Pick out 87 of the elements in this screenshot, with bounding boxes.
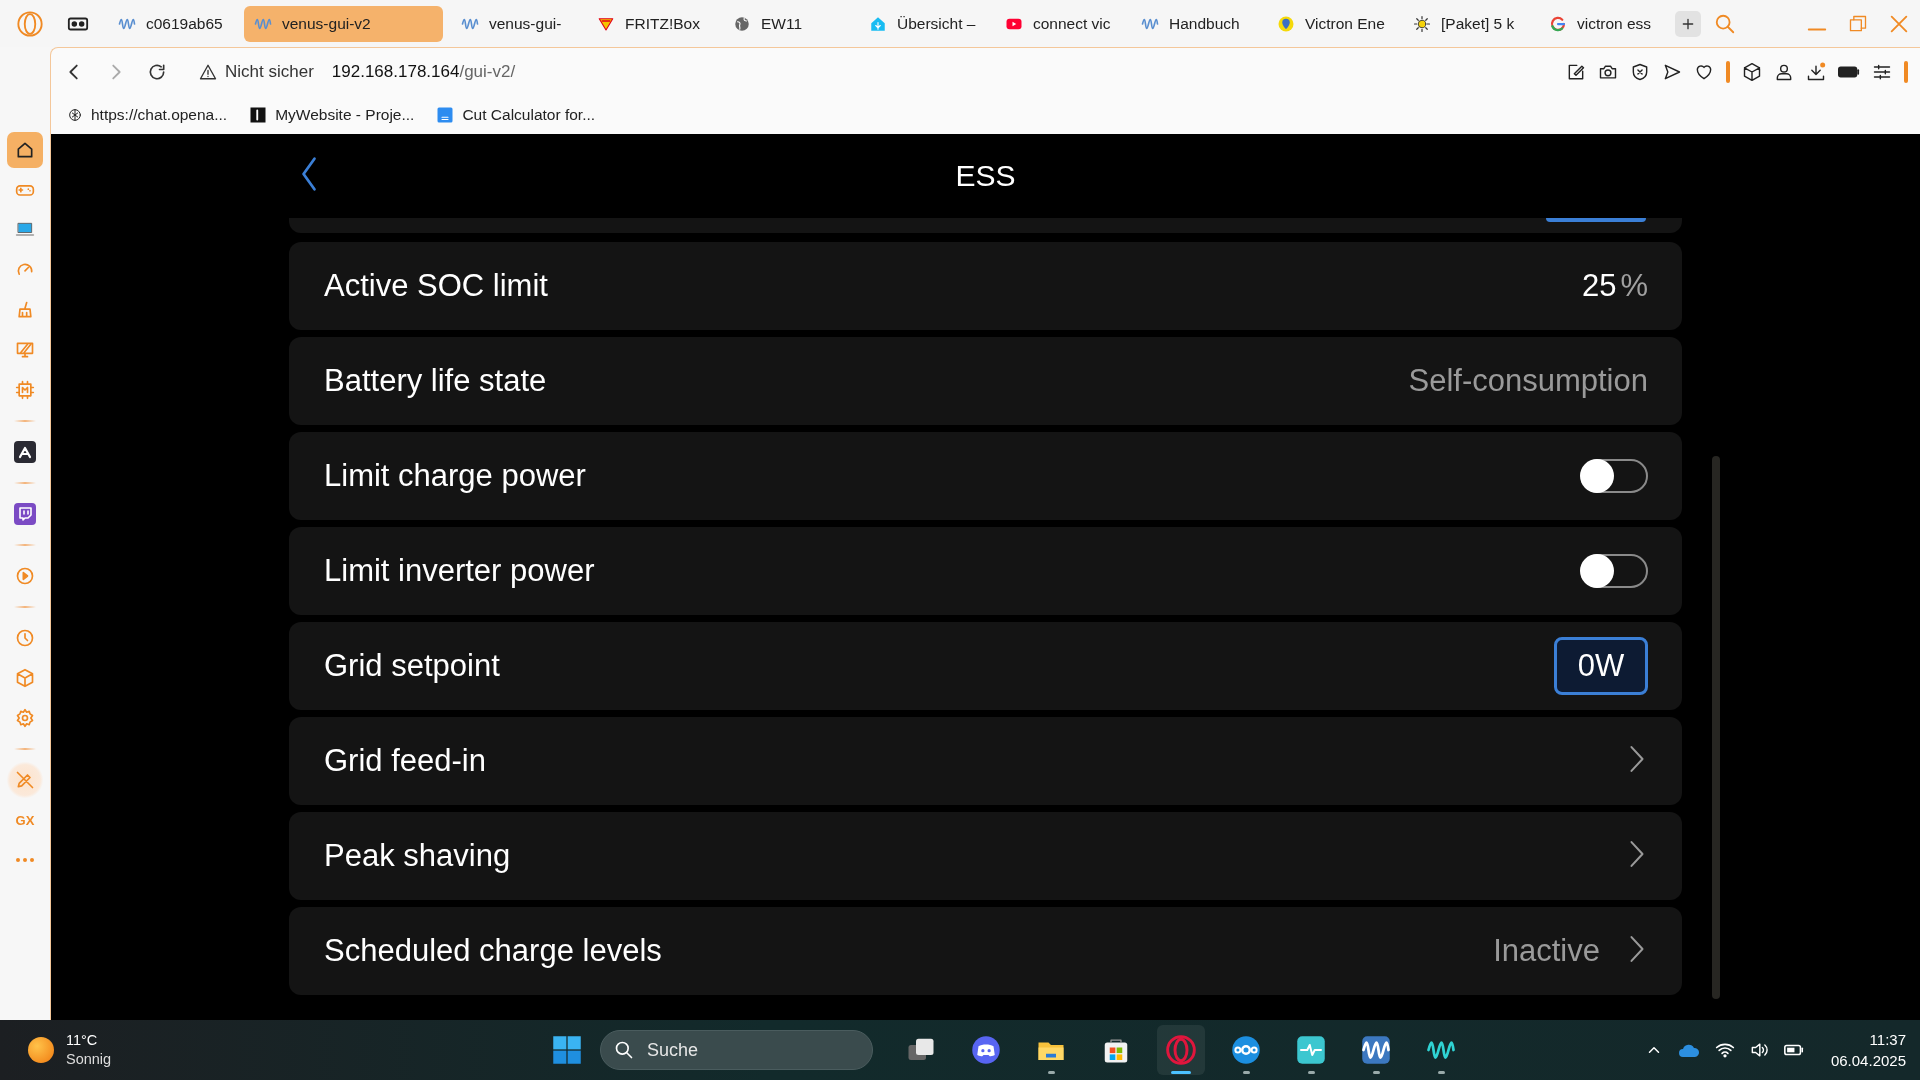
home-icon bbox=[15, 140, 35, 160]
browser-tab[interactable]: EW11 bbox=[723, 5, 851, 42]
download-icon[interactable] bbox=[1806, 62, 1826, 82]
sun-icon bbox=[1413, 14, 1431, 33]
bar-logo-icon bbox=[249, 106, 268, 124]
clock-date[interactable]: 06.04.2025 bbox=[1830, 1050, 1906, 1071]
pin-edit-icon[interactable] bbox=[1566, 62, 1586, 82]
settings-row[interactable]: Grid setpoint 0W bbox=[289, 622, 1682, 710]
setting-label: Active SOC limit bbox=[324, 268, 549, 304]
browser-tab[interactable]: victron ess bbox=[1539, 5, 1667, 42]
play-icon bbox=[15, 566, 35, 586]
more-icon bbox=[15, 857, 35, 863]
person-icon[interactable] bbox=[1774, 62, 1794, 82]
temperature-text: 11°C bbox=[66, 1031, 99, 1050]
browser-tab[interactable]: c0619ab65 bbox=[108, 5, 236, 42]
toggle-switch[interactable] bbox=[1582, 459, 1648, 493]
shield-x-icon[interactable] bbox=[1630, 62, 1650, 82]
bookmark-link[interactable]: https://chat.opena... bbox=[67, 106, 228, 124]
document-icon bbox=[436, 106, 455, 124]
setpoint-button[interactable]: 0W bbox=[1554, 637, 1648, 695]
sidebar-button[interactable] bbox=[7, 132, 43, 168]
monitor-icon bbox=[15, 340, 35, 360]
chip-icon bbox=[15, 380, 35, 400]
taskbar-app[interactable] bbox=[1157, 1025, 1205, 1075]
bookmark-link[interactable]: MyWebsite - Proje... bbox=[249, 106, 415, 124]
weather-text: Sonnig bbox=[66, 1050, 112, 1069]
browser-tab[interactable]: FRITZ!Box bbox=[587, 5, 715, 42]
ring-logo-icon bbox=[1165, 1034, 1197, 1066]
windows-logo-icon bbox=[552, 1035, 582, 1065]
browser-tab[interactable]: connect vic bbox=[995, 5, 1123, 42]
bookmark-link[interactable]: Cut Calculator for... bbox=[436, 106, 596, 124]
camera-icon[interactable] bbox=[1598, 62, 1618, 82]
settings-row[interactable]: Grid feed-in bbox=[289, 717, 1682, 805]
toggle-switch[interactable] bbox=[1582, 554, 1648, 588]
sliders-icon[interactable] bbox=[1872, 62, 1892, 82]
setting-label: Scheduled charge levels bbox=[324, 933, 663, 969]
setting-label: Grid setpoint bbox=[324, 648, 501, 684]
browser-tab[interactable]: Übersicht – bbox=[859, 5, 987, 42]
settings-row[interactable]: Active SOC limit 25% bbox=[289, 242, 1682, 330]
unit-text: % bbox=[1620, 268, 1648, 304]
warning-icon bbox=[199, 63, 217, 81]
browser-tab[interactable]: Handbuch bbox=[1131, 5, 1259, 42]
security-label[interactable]: Nicht sicher bbox=[225, 62, 314, 82]
knot-icon bbox=[67, 107, 83, 123]
setting-label: Grid feed-in bbox=[324, 743, 487, 779]
settings-row[interactable]: Limit charge power bbox=[289, 432, 1682, 520]
pulse-icon bbox=[1296, 1035, 1326, 1065]
setting-label: Limit inverter power bbox=[324, 553, 596, 589]
cube-icon bbox=[15, 668, 35, 688]
peak-logo-icon bbox=[13, 440, 37, 464]
value-text: Inactive bbox=[1493, 933, 1600, 969]
game-controller-icon bbox=[971, 1035, 1001, 1065]
heart-icon[interactable] bbox=[1694, 62, 1714, 82]
search-field[interactable]: Suche bbox=[600, 1030, 873, 1070]
google-g-icon bbox=[1549, 14, 1567, 33]
setting-label: Battery life state bbox=[324, 363, 548, 399]
value-text: Self-consumption bbox=[1408, 363, 1648, 399]
browser-tab[interactable]: [Paket] 5 k bbox=[1403, 5, 1531, 42]
setting-label: Limit charge power bbox=[324, 458, 587, 494]
browser-tab[interactable]: venus-gui- bbox=[451, 5, 579, 42]
sun-icon[interactable] bbox=[28, 1037, 54, 1063]
chat-bubble-icon bbox=[13, 502, 37, 526]
page-title: ESS bbox=[955, 159, 1016, 193]
settings-row[interactable]: Peak shaving bbox=[289, 812, 1682, 900]
broom-icon bbox=[15, 300, 35, 320]
map-pin-icon bbox=[1277, 14, 1295, 33]
value-text: 25 bbox=[1581, 268, 1617, 304]
cloud-rings-icon bbox=[1231, 1035, 1261, 1065]
cube-icon[interactable] bbox=[1742, 62, 1762, 82]
clock-time[interactable]: 11:37 bbox=[1869, 1029, 1906, 1050]
scrollbar[interactable] bbox=[1712, 456, 1720, 999]
waves-app-icon bbox=[1361, 1035, 1391, 1065]
pen-slash-icon bbox=[15, 770, 35, 790]
settings-row[interactable]: Limit inverter power bbox=[289, 527, 1682, 615]
reload-icon[interactable] bbox=[147, 62, 167, 82]
clock-icon bbox=[15, 628, 35, 648]
send-icon[interactable] bbox=[1662, 62, 1682, 82]
new-tab-button[interactable] bbox=[1675, 10, 1701, 37]
settings-row[interactable]: Battery life state Self-consumption bbox=[289, 337, 1682, 425]
start-button[interactable] bbox=[552, 1035, 582, 1065]
browser-tab[interactable]: Victron Ene bbox=[1267, 5, 1395, 42]
browser-tab[interactable]: venus-gui-v2 bbox=[244, 5, 443, 42]
setting-label: Peak shaving bbox=[324, 838, 512, 874]
url-text[interactable]: 192.168.178.164/gui-v2/ bbox=[331, 62, 516, 82]
settings-row[interactable]: Scheduled charge levels Inactive bbox=[289, 907, 1682, 995]
globe-icon bbox=[733, 14, 751, 33]
gear-icon bbox=[15, 708, 35, 728]
